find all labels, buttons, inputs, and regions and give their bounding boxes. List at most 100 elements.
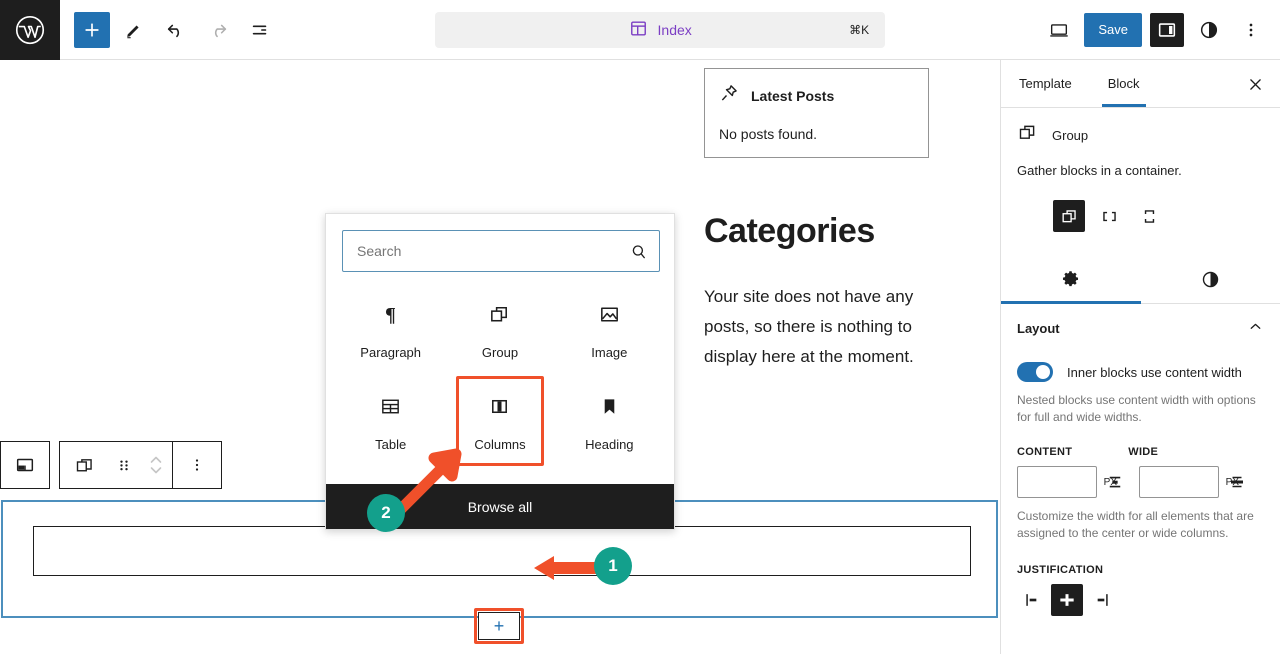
categories-empty-message[interactable]: Your site does not have any posts, so th… <box>704 282 929 372</box>
inserter-block-group[interactable]: Group <box>445 288 554 374</box>
sidebar-tabs: Template Block <box>1001 60 1280 108</box>
block-toolbar <box>0 441 222 489</box>
group-icon <box>488 303 511 331</box>
content-width-input[interactable] <box>1017 466 1097 498</box>
search-icon[interactable] <box>628 241 650 263</box>
footer-appender-plus-button[interactable]: + <box>478 612 520 640</box>
document-title-group: Index <box>629 19 692 41</box>
block-card-title: Group <box>1052 127 1089 143</box>
wide-unit-label: PX <box>1225 477 1239 488</box>
pencil-icon[interactable] <box>116 12 152 48</box>
save-button[interactable]: Save <box>1084 12 1142 47</box>
justify-left-icon[interactable] <box>1017 584 1049 616</box>
wordpress-logo-icon[interactable] <box>0 0 60 60</box>
inserter-search-wrapper <box>326 214 674 272</box>
inserter-block-columns[interactable]: Columns <box>445 376 554 466</box>
toggle-knob <box>1036 365 1050 379</box>
variation-stack-icon[interactable] <box>1133 200 1165 232</box>
inserter-block-grid: ¶ Paragraph Group Image Table Columns He… <box>326 272 674 466</box>
justification-options <box>1017 584 1264 616</box>
inner-blocks-help-text: Nested blocks use content width with opt… <box>1017 393 1256 424</box>
inserter-block-label: Columns <box>474 436 526 452</box>
inner-blocks-toggle-row: Inner blocks use content width <box>1017 362 1264 382</box>
block-inserter-popover: ¶ Paragraph Group Image <box>325 213 675 530</box>
step-badge-2: 2 <box>367 494 405 532</box>
paragraph-icon: ¶ <box>379 303 402 331</box>
block-card-description: Gather blocks in a container. <box>1017 163 1182 178</box>
inserter-block-heading[interactable]: Heading <box>555 380 664 466</box>
pin-icon <box>719 83 739 108</box>
group-icon <box>1017 122 1038 148</box>
columns-icon <box>488 395 511 423</box>
tab-block[interactable]: Block <box>1090 60 1158 107</box>
content-unit-label: PX <box>1103 477 1117 488</box>
block-variation-picker <box>1017 200 1264 232</box>
styles-contrast-icon[interactable] <box>1192 13 1226 47</box>
desktop-icon[interactable] <box>1042 13 1076 47</box>
document-overview-icon[interactable] <box>1 442 49 488</box>
drag-handle-icon[interactable] <box>108 442 140 488</box>
tab-styles-contrast-icon[interactable] <box>1141 256 1280 303</box>
inserter-block-table[interactable]: Table <box>336 380 445 466</box>
image-icon <box>598 303 621 331</box>
chevron-up-icon[interactable] <box>1247 318 1264 338</box>
close-icon[interactable] <box>1240 69 1270 99</box>
editor-top-bar: Index ⌘K Save <box>0 0 1280 60</box>
inserter-block-label: Image <box>591 344 628 360</box>
layout-panel-header[interactable]: Layout <box>1017 318 1264 338</box>
more-vertical-icon[interactable] <box>1234 13 1268 47</box>
document-title: Index <box>657 21 692 38</box>
add-block-button[interactable] <box>74 11 110 48</box>
search-input[interactable] <box>342 230 660 272</box>
document-overview-group <box>0 441 50 489</box>
block-card-header: Group <box>1017 122 1264 148</box>
tab-template[interactable]: Template <box>1001 60 1090 107</box>
settings-sidebar: Template Block Group Gather blocks in a … <box>1000 60 1280 654</box>
justify-center-icon[interactable] <box>1051 584 1083 616</box>
sidebar-icon-tabs <box>1001 256 1280 304</box>
justify-right-icon[interactable] <box>1085 584 1117 616</box>
latest-posts-empty-message: No posts found. <box>719 126 818 142</box>
inner-blocks-toggle[interactable] <box>1017 362 1053 382</box>
width-inputs-row: PX PX <box>1017 466 1264 498</box>
width-field-labels: CONTENT WIDE <box>1017 446 1264 458</box>
inserter-block-image[interactable]: Image <box>555 288 664 374</box>
content-width-label: CONTENT <box>1017 446 1073 458</box>
latest-posts-block[interactable]: Latest Posts No posts found. <box>704 68 929 158</box>
document-bar[interactable]: Index ⌘K <box>435 11 886 48</box>
footer-inner-block-area[interactable] <box>33 526 971 576</box>
layout-panel: Layout Inner blocks use content width Ne… <box>1001 304 1280 616</box>
block-type-group-icon[interactable] <box>60 442 108 488</box>
categories-heading[interactable]: Categories <box>704 212 875 251</box>
latest-posts-title: Latest Posts <box>751 87 835 104</box>
document-bar-wrapper: Index ⌘K <box>278 11 1042 48</box>
block-card: Group Gather blocks in a container. <box>1001 108 1280 232</box>
inserter-block-paragraph[interactable]: ¶ Paragraph <box>336 288 445 374</box>
template-icon <box>629 19 648 41</box>
settings-sidebar-icon[interactable] <box>1150 12 1184 47</box>
layout-panel-title: Layout <box>1017 320 1060 336</box>
top-bar-right-tools: Save <box>1042 12 1280 47</box>
variation-row-icon[interactable] <box>1093 200 1125 232</box>
heading-bookmark-icon <box>598 395 621 423</box>
block-actions-group <box>59 441 222 489</box>
inserter-block-label: Table <box>375 436 407 452</box>
undo-icon[interactable] <box>158 12 194 48</box>
tab-settings-gear-icon[interactable] <box>1001 256 1141 304</box>
svg-text:¶: ¶ <box>385 304 396 326</box>
block-options-icon[interactable] <box>173 442 221 488</box>
wide-width-input[interactable] <box>1139 466 1219 498</box>
step-badge-1: 1 <box>594 547 632 585</box>
variation-group-icon[interactable] <box>1053 200 1085 232</box>
width-help-text: Customize the width for all elements tha… <box>1017 509 1254 540</box>
wide-width-field: PX <box>1139 466 1249 498</box>
top-bar-left-tools <box>60 11 278 48</box>
list-view-icon[interactable] <box>242 12 278 48</box>
table-icon <box>379 395 402 423</box>
redo-icon[interactable] <box>200 12 236 48</box>
latest-posts-header: Latest Posts <box>719 83 914 108</box>
inserter-block-label: Group <box>481 344 519 360</box>
inserter-block-label: Heading <box>585 436 634 452</box>
wide-width-label: WIDE <box>1128 446 1159 458</box>
move-updown-icons[interactable] <box>140 442 172 488</box>
